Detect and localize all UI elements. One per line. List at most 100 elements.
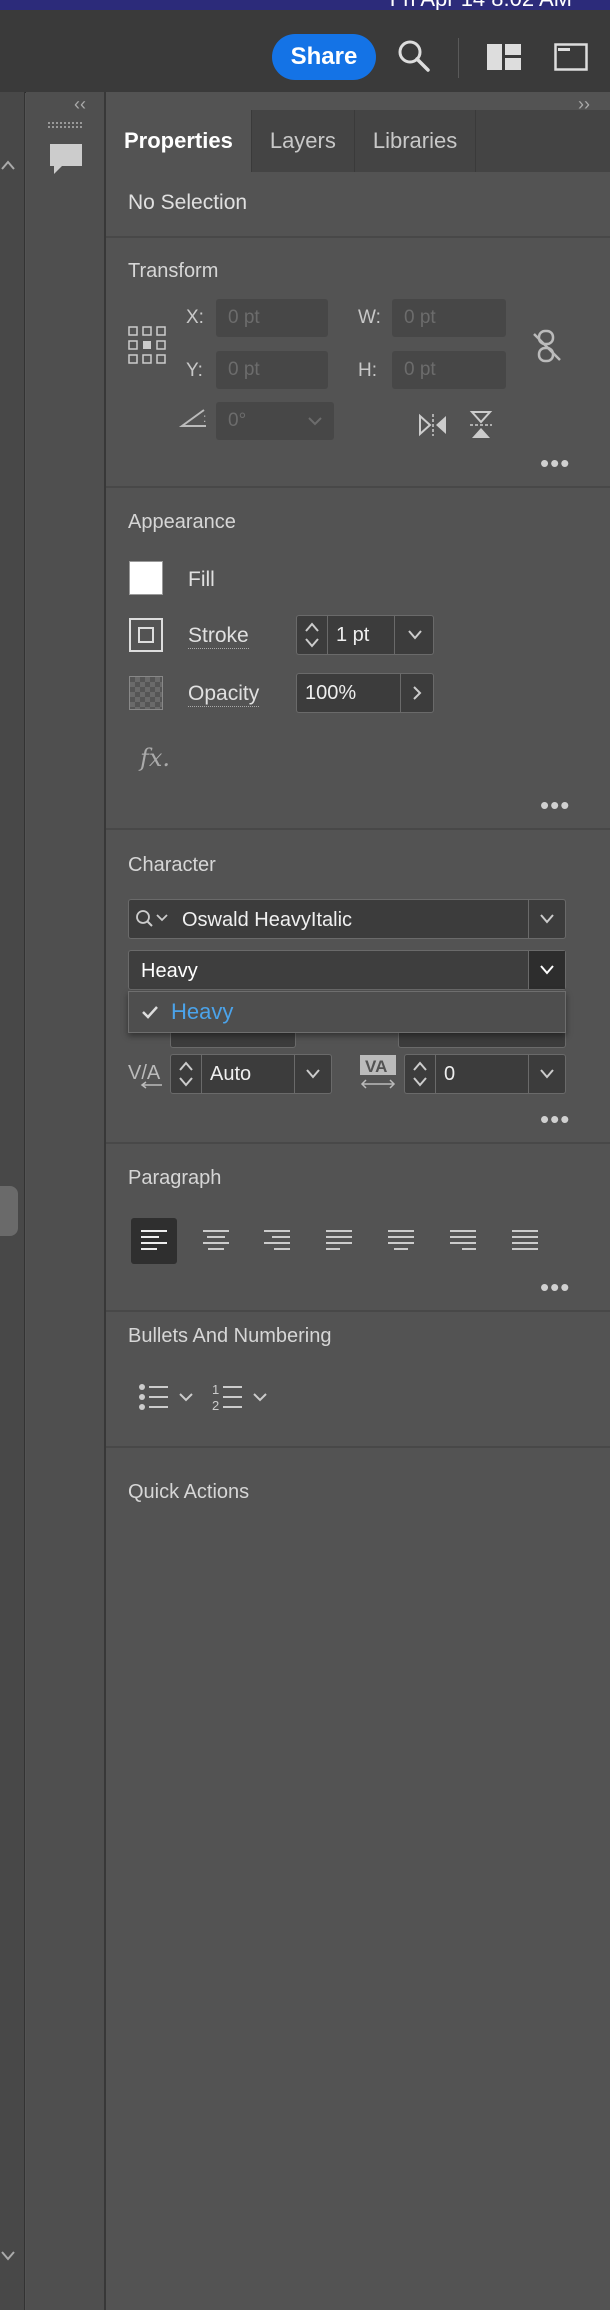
search-icon[interactable] [396,38,432,79]
appearance-more-button[interactable]: ••• [540,790,570,821]
w-label: W: [358,307,381,328]
h-label: H: [358,360,377,381]
y-label: Y: [186,360,203,381]
kerning-control: 0 [404,1054,566,1094]
x-field[interactable]: 0 pt [216,299,328,337]
svg-text:2: 2 [212,1398,219,1413]
chevron-right-icon[interactable] [411,685,423,701]
chevron-down-icon[interactable] [407,629,423,641]
paragraph-title: Paragraph [128,1167,222,1189]
chevron-down-icon [540,914,554,924]
appearance-title: Appearance [128,511,236,533]
font-style-dropdown[interactable]: Heavy [128,950,566,990]
kerning-field[interactable]: 0 [435,1055,529,1093]
chevron-down-icon[interactable] [305,1068,321,1080]
font-style-option-heavy[interactable]: Heavy [171,999,233,1025]
w-field[interactable]: 0 pt [392,299,506,337]
svg-text:V/A: V/A [128,1062,161,1084]
panel-tabs: Properties Layers Libraries [106,110,477,172]
font-style-chevron[interactable] [528,951,565,989]
menubar-clock: Fri Apr 14 8:02 AM [390,0,572,10]
tracking-field[interactable]: Auto [201,1055,295,1093]
character-title: Character [128,854,216,876]
fill-label: Fill [188,568,215,591]
tracking-control: Auto [170,1054,332,1094]
tab-properties[interactable]: Properties [106,110,252,172]
y-field[interactable]: 0 pt [216,351,328,389]
tab-libraries[interactable]: Libraries [354,110,477,172]
section-divider [106,236,610,238]
section-divider [106,828,610,830]
chevron-down-icon [540,965,554,975]
font-search-icon[interactable] [135,909,173,929]
svg-text::: : [203,411,206,425]
stroke-weight-field[interactable]: 1 pt [327,616,395,654]
comment-icon[interactable] [48,142,84,181]
section-divider [106,1446,610,1448]
opacity-swatch[interactable] [129,676,163,710]
chevron-down-icon[interactable] [539,1068,555,1080]
chevron-down-icon[interactable] [0,2248,16,2266]
paragraph-more-button[interactable]: ••• [540,1272,570,1303]
x-label: X: [186,307,204,328]
system-menubar: Fri Apr 14 8:02 AM [0,0,610,10]
align-center-icon[interactable] [193,1218,239,1264]
effects-fx-button[interactable]: fx. [140,744,170,772]
font-family-chevron[interactable] [528,900,565,938]
tracking-stepper-icon[interactable] [178,1059,194,1089]
transform-title: Transform [128,260,219,282]
chevron-up-icon[interactable] [0,158,16,176]
quick-actions-title: Quick Actions [128,1481,250,1503]
svg-text:VA: VA [365,1057,387,1076]
fill-swatch[interactable] [129,561,163,595]
stroke-label[interactable]: Stroke [188,624,249,649]
toolbar-separator [458,38,459,78]
font-style-menu: Heavy [128,991,566,1033]
dock-grip[interactable] [48,122,82,128]
align-right-icon[interactable] [254,1218,300,1264]
font-family-dropdown[interactable]: Oswald HeavyItalic [128,899,566,939]
stroke-stepper-icon[interactable] [304,620,320,650]
bulleted-list-icon[interactable] [138,1382,200,1417]
numbered-list-icon[interactable]: 12 [212,1380,274,1419]
h-field[interactable]: 0 pt [392,351,506,389]
opacity-field[interactable]: 100% [297,674,401,712]
justify-all-icon[interactable] [502,1218,548,1264]
reference-point-icon[interactable] [128,326,166,369]
font-family-value: Oswald HeavyItalic [182,909,353,931]
panel-toggle-icon[interactable] [554,43,588,76]
justify-left-icon[interactable] [316,1218,362,1264]
canvas-scrollbar-thumb[interactable] [0,1186,18,1236]
angle-field[interactable]: 0° [216,402,334,440]
svg-text:1: 1 [212,1382,219,1397]
tab-layers[interactable]: Layers [251,110,355,172]
align-left-icon[interactable] [131,1218,177,1264]
tab-bar-fill [474,110,610,172]
justify-right-icon[interactable] [440,1218,486,1264]
angle-value: 0° [228,410,247,431]
transform-more-button[interactable]: ••• [540,448,570,479]
stroke-swatch[interactable] [129,618,163,652]
justify-center-icon[interactable] [378,1218,424,1264]
opacity-control: 100% [296,673,434,713]
stroke-weight-control: 1 pt [296,615,434,655]
collapse-left-icon[interactable]: ‹‹ [74,94,86,115]
kerning-stepper-icon[interactable] [412,1059,428,1089]
bullets-title: Bullets And Numbering [128,1325,332,1347]
checkmark-icon [142,1006,158,1019]
flip-horizontal-icon[interactable] [418,412,448,443]
tracking-icon: V/A [128,1057,164,1094]
constrain-proportions-icon[interactable] [530,328,564,369]
kerning-icon: VA [358,1054,398,1095]
opacity-label[interactable]: Opacity [188,682,260,707]
collapsed-panel-dock [26,92,106,2310]
workspace-layout-icon[interactable] [486,43,522,76]
angle-icon: : [178,406,210,435]
selection-status: No Selection [128,191,248,214]
flip-vertical-icon[interactable] [468,410,494,445]
app-top-bar: Share [0,10,610,93]
share-button[interactable]: Share [272,34,376,80]
section-divider [106,1310,610,1312]
character-more-button[interactable]: ••• [540,1104,570,1135]
section-divider [106,1142,610,1144]
